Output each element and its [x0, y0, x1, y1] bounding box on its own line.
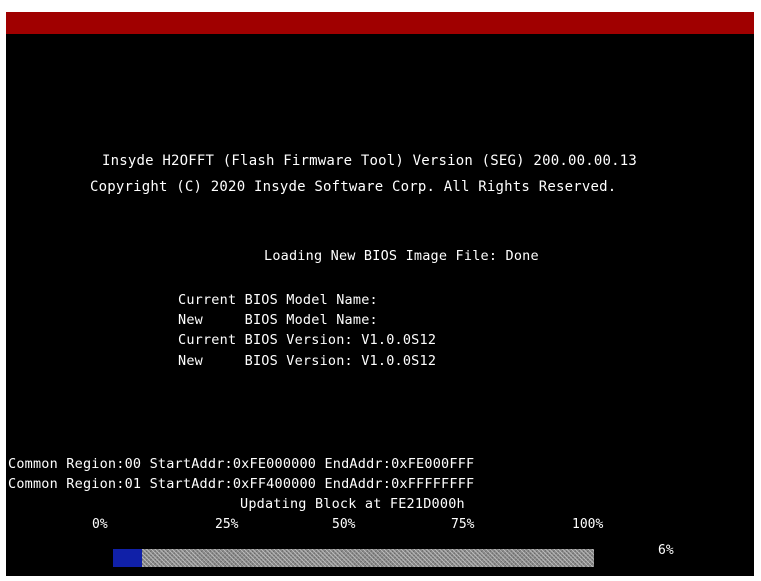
progress-percent: 6%: [658, 543, 674, 558]
current-bios-version: Current BIOS Version: V1.0.0S12: [178, 332, 437, 348]
bios-flash-screen: Insyde H2OFFT (Flash Firmware Tool) Vers…: [6, 12, 754, 576]
current-model-name: Current BIOS Model Name:: [178, 292, 378, 308]
scale-label-75: 75%: [451, 517, 475, 532]
region-line: Common Region:01 StartAddr:0xFF400000 En…: [8, 476, 475, 492]
copyright-line: Copyright (C) 2020 Insyde Software Corp.…: [90, 179, 617, 195]
progress-bar: [113, 549, 594, 567]
scale-label-25: 25%: [215, 517, 239, 532]
new-bios-version: New BIOS Version: V1.0.0S12: [178, 353, 437, 369]
scale-label-100: 100%: [572, 517, 604, 532]
scale-label-50: 50%: [332, 517, 356, 532]
scale-label-0: 0%: [92, 517, 108, 532]
tool-title: Insyde H2OFFT (Flash Firmware Tool) Vers…: [102, 153, 637, 169]
region-line: Common Region:00 StartAddr:0xFE000000 En…: [8, 456, 475, 472]
top-status-bar: [6, 12, 754, 34]
new-model-name: New BIOS Model Name:: [178, 312, 378, 328]
progress-fill: [113, 549, 142, 567]
update-status: Updating Block at FE21D000h: [240, 496, 465, 512]
loading-status: Loading New BIOS Image File: Done: [264, 248, 539, 264]
